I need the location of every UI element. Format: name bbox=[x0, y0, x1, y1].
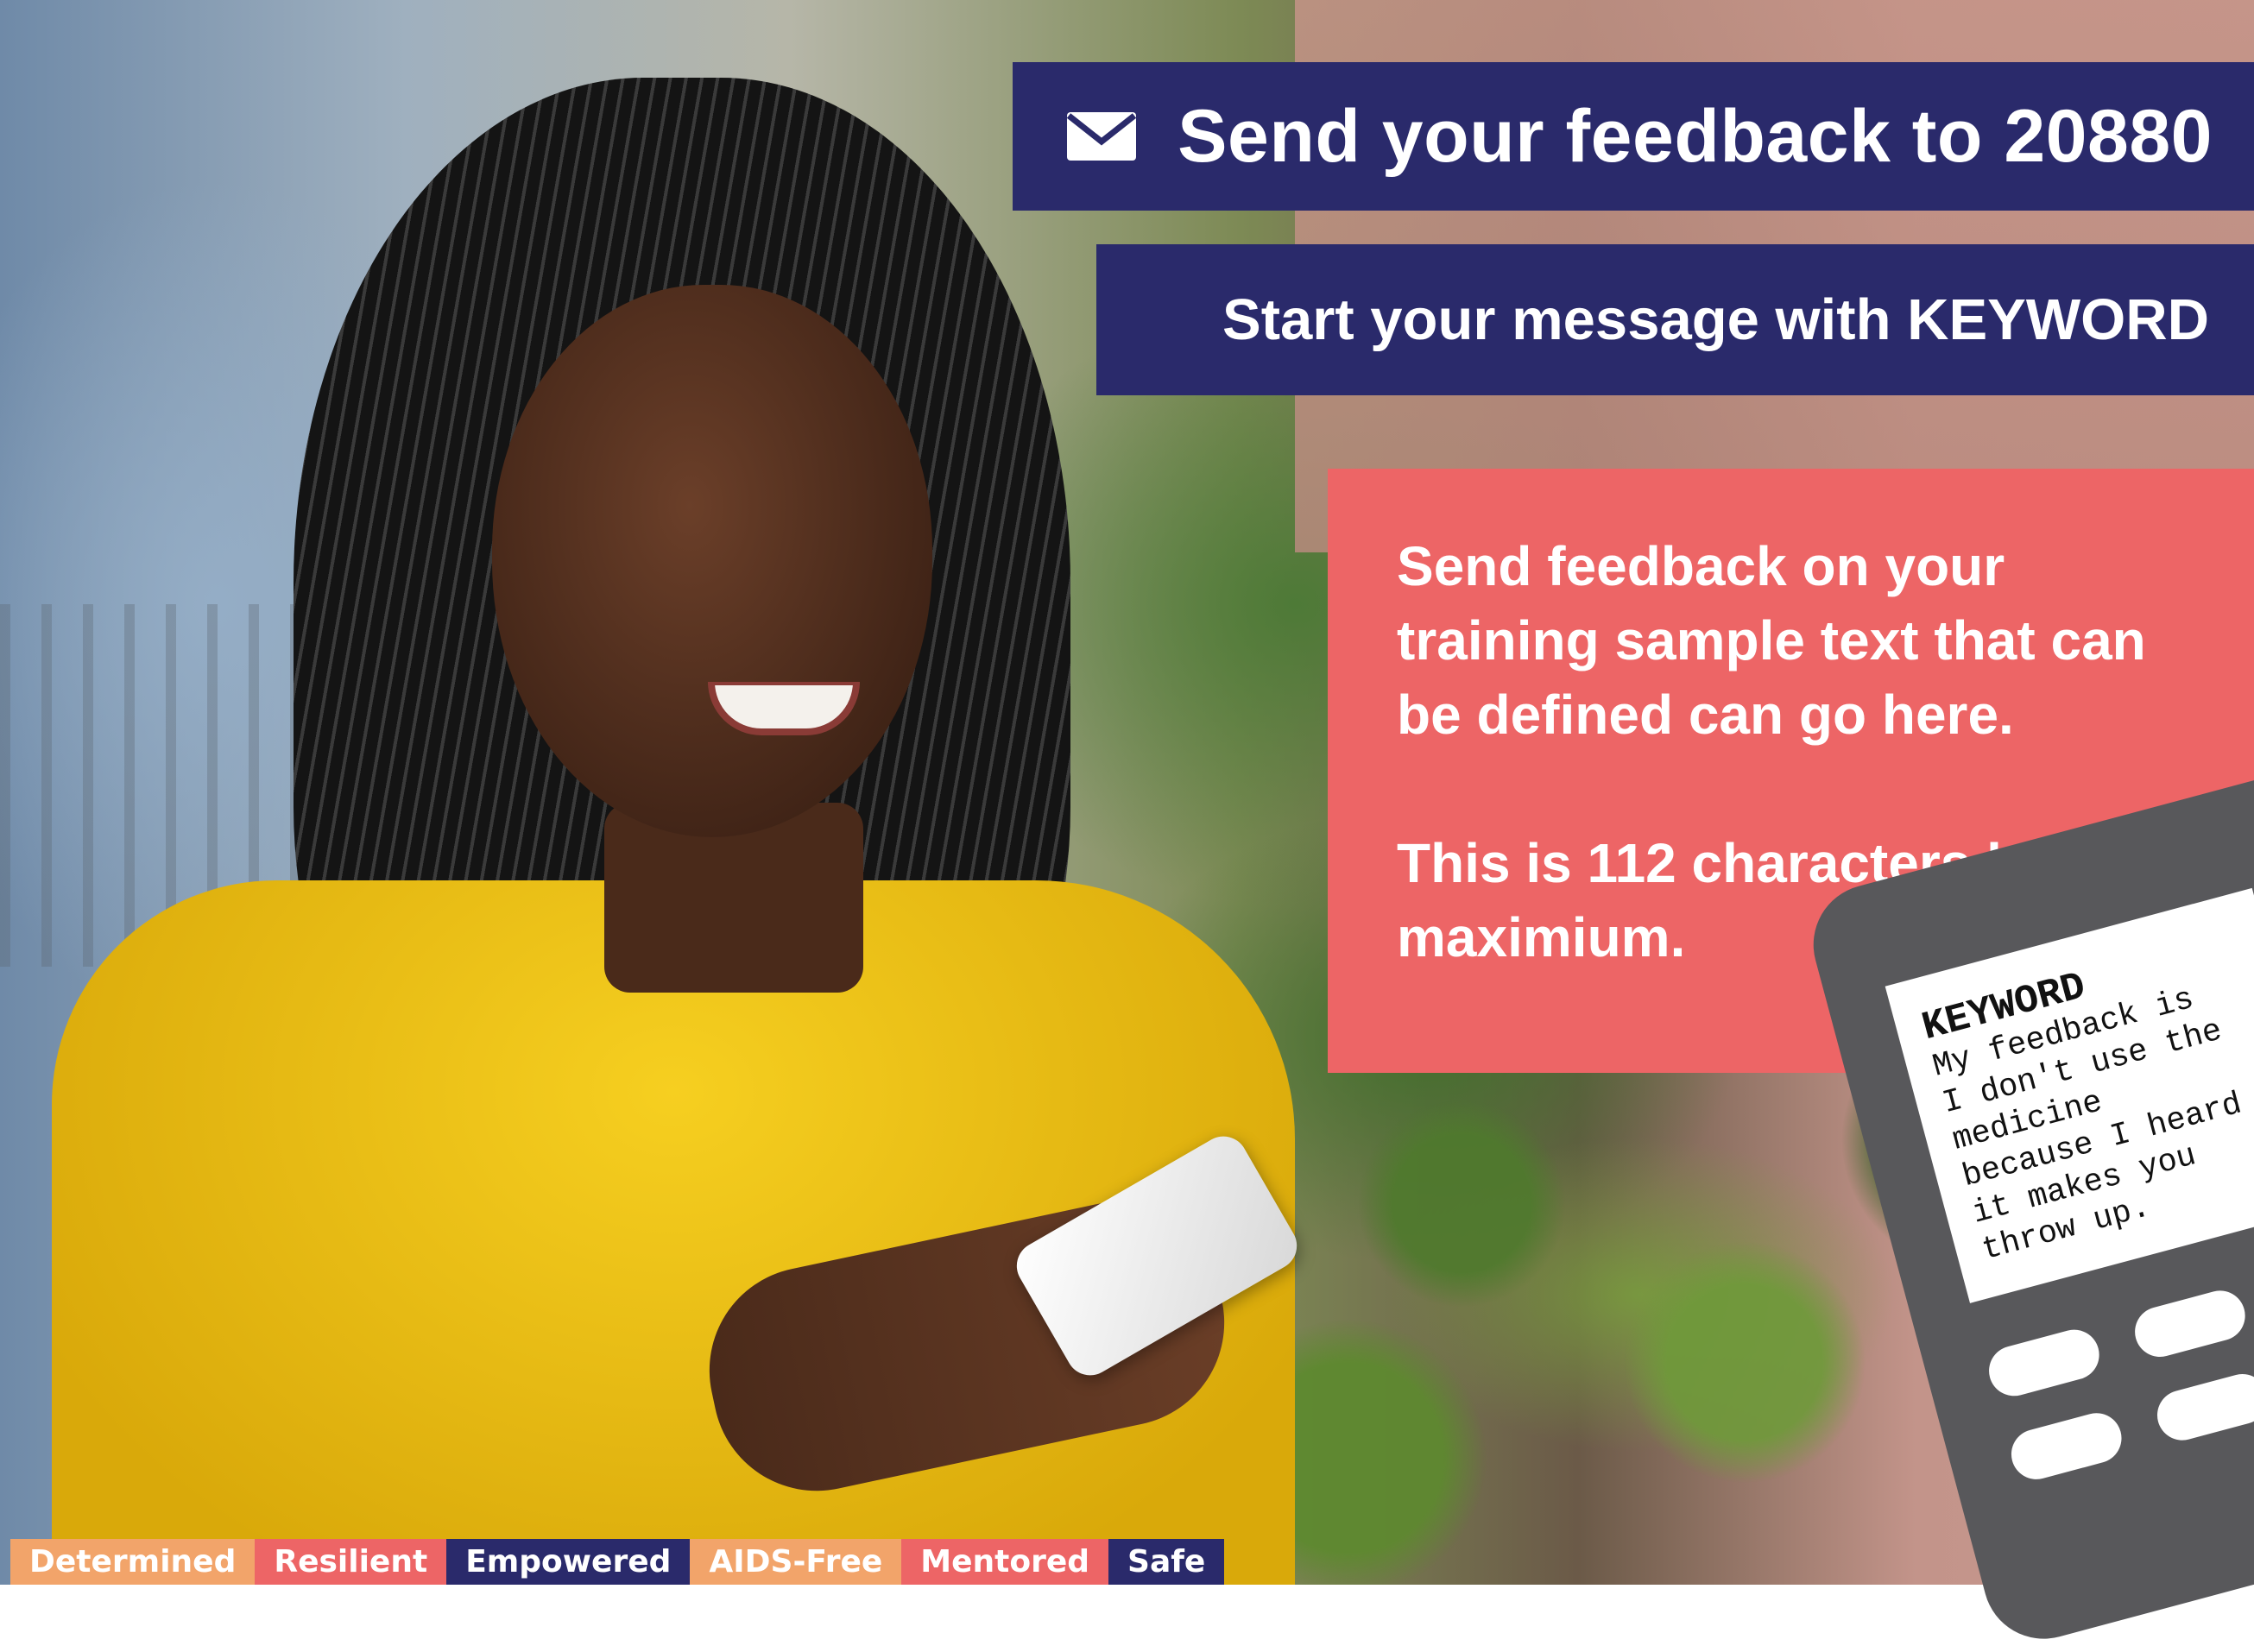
envelope-icon bbox=[1066, 112, 1137, 161]
info-text-1: Send feedback on your training sample te… bbox=[1397, 535, 2146, 746]
phone-key bbox=[2151, 1368, 2254, 1447]
phone-screen: KEYWORD My feedback is I don't use the m… bbox=[1885, 887, 2254, 1303]
tag-strip: Determined Resilient Empowered AIDS-Free… bbox=[10, 1539, 1225, 1585]
tag-determined: Determined bbox=[10, 1539, 256, 1585]
send-feedback-text: Send your feedback to 20880 bbox=[1178, 94, 2213, 178]
tag-resilient: Resilient bbox=[255, 1539, 447, 1585]
phone-key bbox=[2005, 1407, 2128, 1485]
send-feedback-banner: Send your feedback to 20880 bbox=[1013, 62, 2254, 211]
tag-aids-free: AIDS-Free bbox=[690, 1539, 902, 1585]
face bbox=[492, 285, 932, 837]
woman-with-phone-photo bbox=[0, 0, 1381, 1585]
tag-mentored: Mentored bbox=[901, 1539, 1109, 1585]
phone-key bbox=[1983, 1324, 2106, 1402]
keyword-instruction-text: Start your message with KEYWORD bbox=[1222, 287, 2209, 352]
phone-key bbox=[2129, 1284, 2251, 1363]
tag-safe: Safe bbox=[1108, 1539, 1225, 1585]
tag-empowered: Empowered bbox=[446, 1539, 691, 1585]
keyword-instruction-banner: Start your message with KEYWORD bbox=[1096, 244, 2254, 395]
